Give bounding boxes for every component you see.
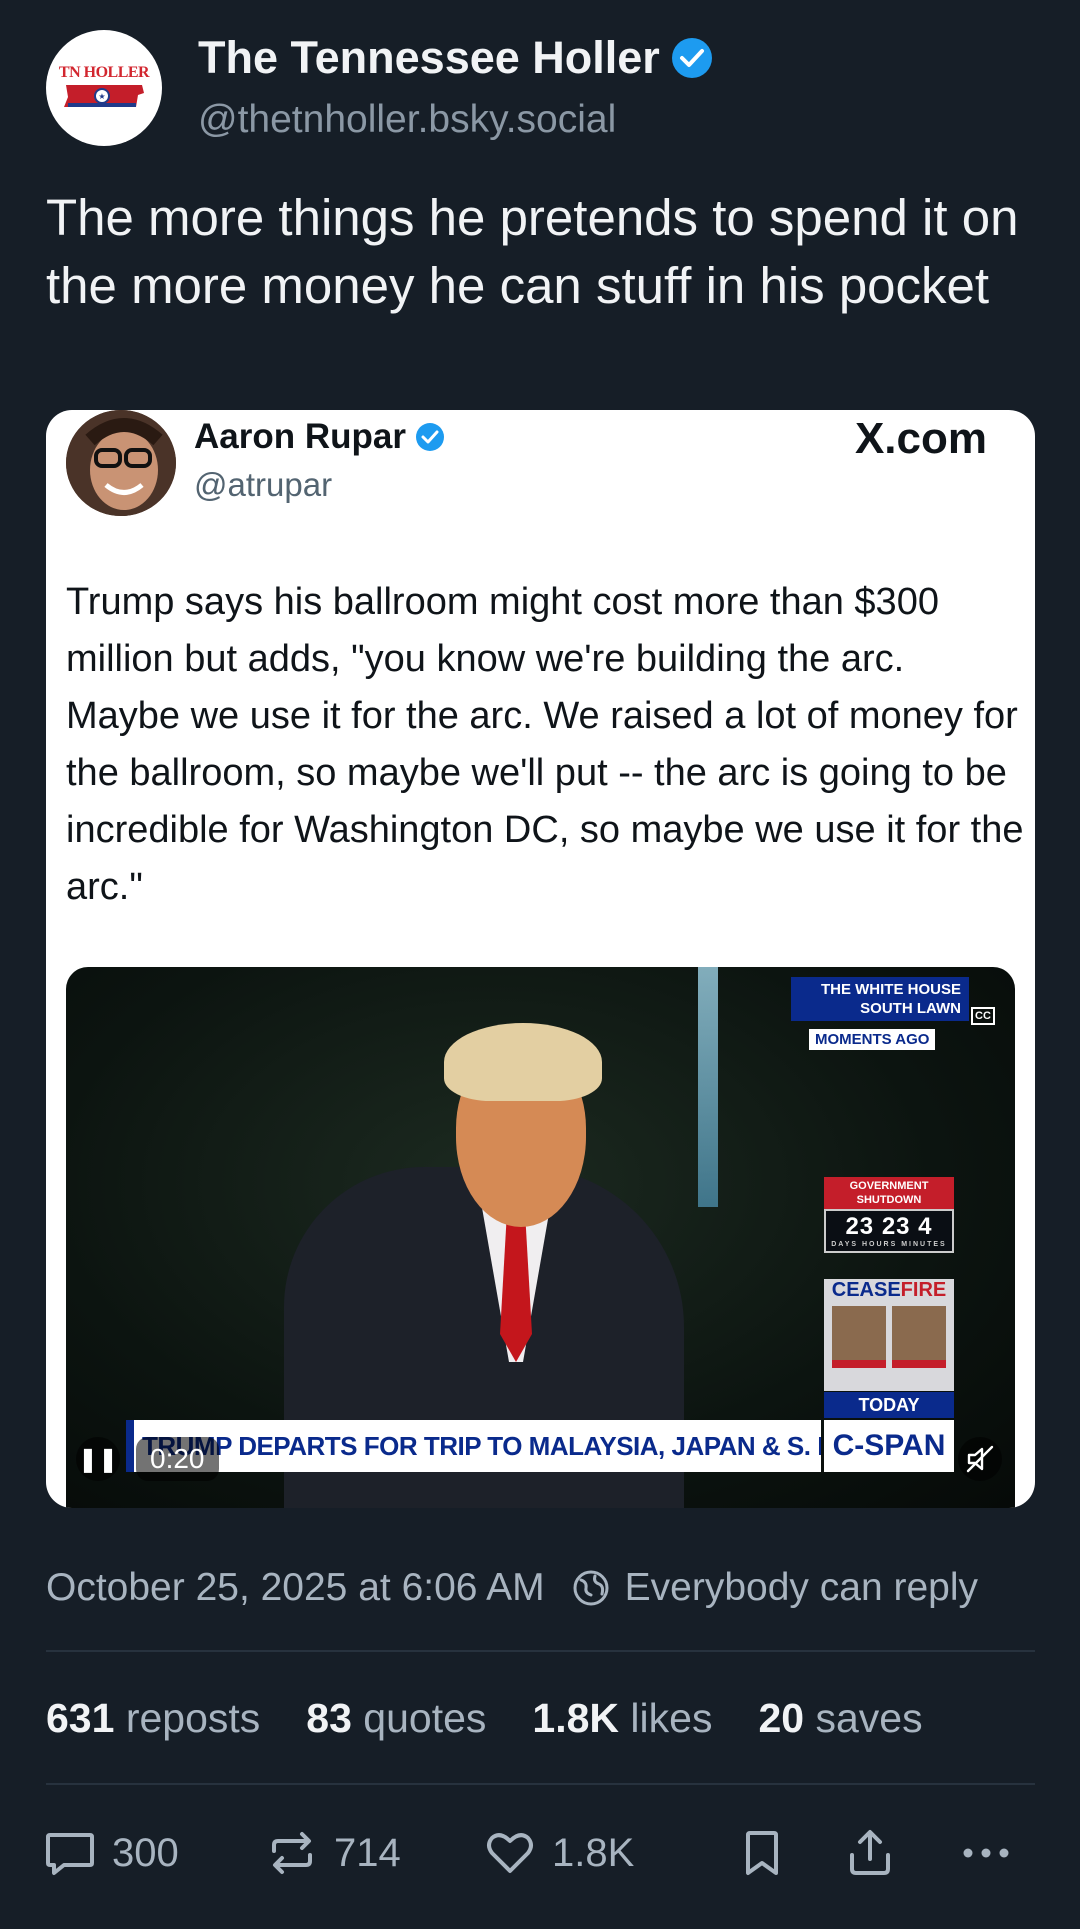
moments-ago-badge: MOMENTS AGO [809,1029,936,1050]
heart-icon [487,1833,533,1873]
author-display-name-row[interactable]: The Tennessee Holler [198,32,714,84]
post-timestamp[interactable]: October 25, 2025 at 6:06 AM [46,1566,545,1610]
quotes-count: 83 [306,1695,352,1741]
shutdown-counter: GOVERNMENT SHUTDOWN 23 23 4 DAYS HOURS M… [824,1177,954,1253]
embedded-video[interactable]: THE WHITE HOUSE SOUTH LAWN CC MOMENTS AG… [66,967,1015,1508]
engagement-stats: 631 reposts 83 quotes 1.8K likes 20 save… [46,1695,923,1742]
author-handle[interactable]: @thetnholler.bsky.social [198,98,616,142]
reply-icon [46,1833,94,1875]
reposts-stat[interactable]: 631 reposts [46,1695,260,1742]
more-options-icon [963,1848,1009,1858]
post-page: TN HOLLER ★ The Tennessee Holler @thetnh… [0,0,1080,1929]
today-label: TODAY [824,1392,954,1418]
post-meta: October 25, 2025 at 6:06 AM Everybody ca… [46,1566,978,1610]
verified-badge-icon [671,38,712,78]
reply-setting: Everybody can reply [571,1566,978,1610]
reposts-count: 631 [46,1695,115,1741]
cc-badge: CC [971,1007,995,1025]
embed-text: Trump says his ballroom might cost more … [66,581,1024,908]
monument-backdrop [698,967,718,1207]
repost-count: 714 [334,1830,401,1875]
repost-icon [272,1832,312,1874]
video-timecode: 0:20 [136,1437,219,1481]
svg-text:★: ★ [98,92,105,101]
bookmark-button[interactable] [734,1825,790,1881]
speaker-hair [444,1023,602,1101]
likes-count: 1.8K [532,1695,620,1741]
quotes-stat[interactable]: 83 quotes [306,1695,486,1742]
mute-button[interactable] [958,1437,1002,1481]
network-logo: C-SPAN [824,1420,954,1472]
like-button[interactable]: 1.8K [482,1825,634,1881]
ceasefire-prefix: CEASE [831,1279,901,1301]
divider [46,1783,1035,1785]
repost-button[interactable]: 714 [264,1825,401,1881]
post-text: The more things he pretends to spend it … [46,189,1019,314]
author-avatar[interactable]: TN HOLLER ★ [46,30,162,146]
saves-label: saves [815,1695,923,1741]
tennessee-flag-icon: ★ [64,84,144,107]
location-chyron: THE WHITE HOUSE SOUTH LAWN [791,977,969,1021]
share-icon [850,1830,890,1875]
earth-icon [573,1570,609,1606]
ceasefire-title: CEASEFIRE [824,1279,954,1302]
like-count: 1.8K [552,1830,635,1875]
shutdown-units: DAYS HOURS MINUTES [831,1241,947,1248]
likes-stat[interactable]: 1.8K likes [532,1695,712,1742]
headline-chyron: TRUMP DEPARTS FOR TRIP TO MALAYSIA, JAPA… [126,1420,821,1472]
author-display-name[interactable]: The Tennessee Holler [198,32,660,84]
pause-icon: ❚❚ [77,1445,119,1473]
action-bar: 300 714 1.8K [42,1823,1022,1883]
saves-stat: 20 saves [758,1695,922,1742]
verified-badge-icon [415,423,444,451]
pause-button[interactable]: ❚❚ [76,1437,120,1481]
reply-button[interactable]: 300 [42,1825,179,1881]
divider [46,1650,1035,1652]
ceasefire-suffix: FIRE [900,1279,947,1301]
embed-name-row: Aaron Rupar [194,417,446,457]
shutdown-count: 23 23 4 DAYS HOURS MINUTES [824,1209,954,1253]
embed-avatar [66,410,176,516]
embedded-image[interactable]: Aaron Rupar @atrupar X.com Trump says hi… [46,410,1035,1508]
share-button[interactable] [842,1825,898,1881]
reposts-label: reposts [125,1695,261,1741]
shutdown-title: GOVERNMENT SHUTDOWN [824,1177,954,1209]
saves-count: 20 [758,1695,805,1741]
reply-count: 300 [112,1830,179,1875]
embed-handle: @atrupar [194,466,333,503]
embed-name: Aaron Rupar [194,417,406,456]
more-options-button[interactable] [958,1825,1014,1881]
embed-source: X.com [854,414,987,463]
quotes-label: quotes [363,1695,487,1741]
avatar-logo-text: TN HOLLER [58,63,150,81]
likes-label: likes [630,1695,713,1741]
ceasefire-faces [824,1302,954,1372]
bookmark-icon [746,1831,778,1875]
reply-setting-label: Everybody can reply [624,1566,979,1609]
shutdown-count-value: 23 23 4 [845,1213,933,1240]
ceasefire-panel: CEASEFIRE [824,1279,954,1391]
speaker-muted-icon [966,1445,994,1473]
